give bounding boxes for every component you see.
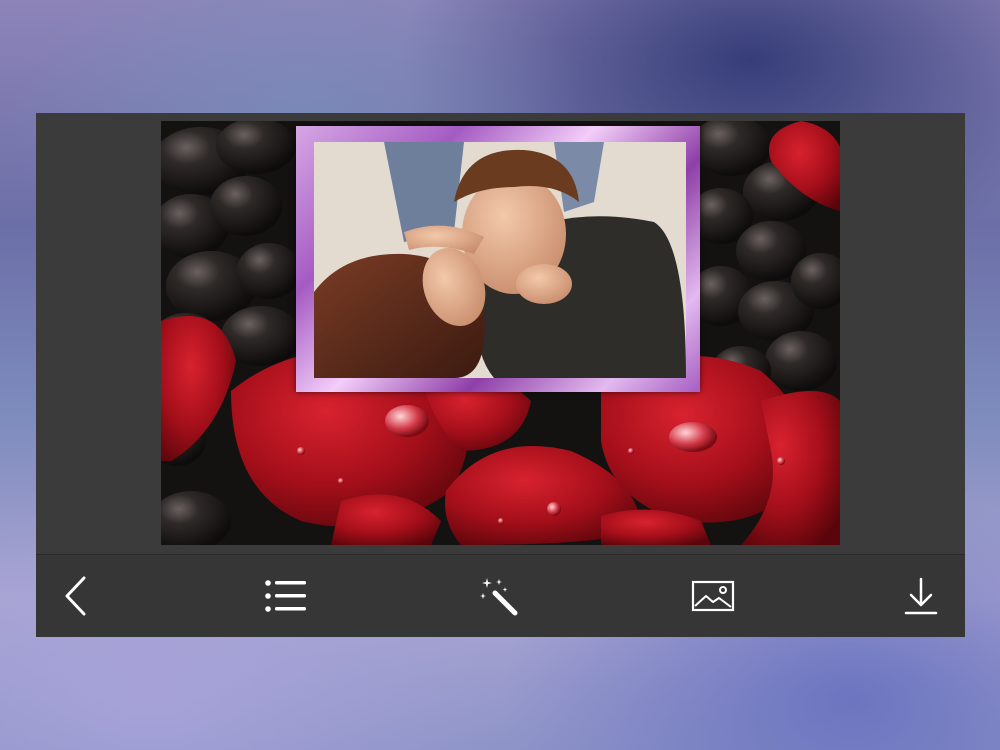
list-icon: [265, 580, 306, 612]
effects-button[interactable]: [473, 569, 527, 623]
magic-wand-icon: [480, 578, 518, 616]
bottom-toolbar: [36, 554, 965, 637]
save-button[interactable]: [894, 569, 948, 623]
chevron-left-icon: [65, 576, 86, 616]
menu-button[interactable]: [259, 569, 313, 623]
editor-panel: [36, 113, 965, 637]
gallery-button[interactable]: [686, 569, 740, 623]
photo-frame[interactable]: [296, 126, 700, 392]
download-icon: [904, 577, 938, 615]
back-button[interactable]: [50, 569, 104, 623]
couple-photo-art: [314, 142, 686, 378]
user-photo[interactable]: [314, 142, 686, 378]
image-icon: [691, 580, 735, 612]
photo-canvas[interactable]: [161, 121, 840, 545]
